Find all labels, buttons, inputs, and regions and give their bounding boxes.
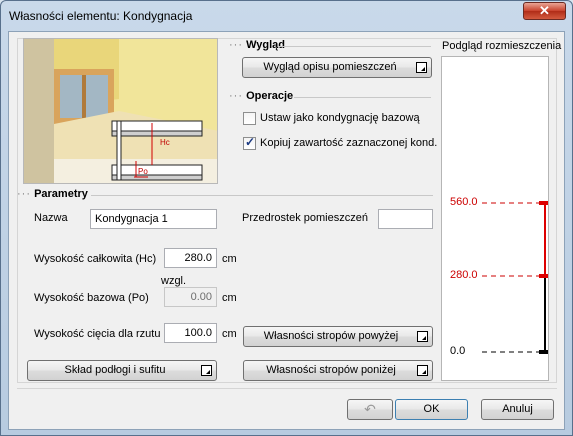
base-height-unit: cm (222, 292, 237, 304)
operations-divider (294, 97, 431, 98)
parameters-divider (91, 195, 433, 196)
name-input[interactable]: Kondygnacja 1 (90, 209, 217, 229)
hc-label: Hc (160, 138, 170, 147)
level-560-label: 560.0 (450, 196, 478, 208)
cut-height-unit: cm (222, 328, 237, 340)
operations-section-header: ··· Operacje (229, 90, 294, 102)
ceiling-above-button[interactable]: Własności stropów powyżej (243, 326, 433, 347)
open-dialog-icon (417, 365, 428, 376)
parameters-section-header: ··· Parametry (17, 188, 88, 200)
dialog-client-area: Hc Po ··· Wygląd Wygląd opisu pomieszcze… (8, 31, 565, 430)
appearance-section-title: Wygląd (246, 39, 285, 51)
placement-preview-panel: 560.0 280.0 0.0 (441, 56, 551, 381)
total-height-label: Wysokość całkowita (Hc) (34, 253, 157, 265)
appearance-section-header: ··· Wygląd (229, 39, 285, 51)
undo-button[interactable]: ↶ (347, 399, 393, 420)
level-0-label: 0.0 (450, 345, 466, 357)
room-prefix-input[interactable] (378, 209, 433, 229)
base-height-label: Wysokość bazowa (Po) (34, 292, 149, 304)
open-dialog-icon (417, 331, 428, 342)
open-dialog-icon (201, 365, 212, 376)
po-label: Po (138, 167, 148, 176)
ok-button[interactable]: OK (395, 399, 468, 420)
cut-height-input[interactable]: 100.0 (164, 323, 217, 343)
base-height-input: 0.00 (164, 287, 217, 307)
floor-ceiling-composition-label: Skład podłogi i sufitu (64, 364, 166, 376)
window-title: Własności elementu: Kondygnacja (9, 9, 193, 23)
room-description-appearance-label: Wygląd opisu pomieszczeń (263, 61, 397, 73)
ceiling-below-button[interactable]: Własności stropów poniżej (243, 360, 433, 381)
dialog-window: Własności elementu: Kondygnacja ✕ Hc Po … (0, 0, 573, 436)
cancel-button[interactable]: Anuluj (481, 399, 554, 420)
open-dialog-icon (416, 62, 427, 73)
total-height-input[interactable]: 280.0 (164, 248, 217, 268)
operations-section-title: Operacje (246, 90, 294, 102)
placement-preview-graphic (482, 201, 551, 354)
floor-illustration-graphic (24, 39, 217, 183)
ceiling-above-label: Własności stropów powyżej (263, 330, 399, 342)
floor-illustration: Hc Po (23, 38, 218, 184)
level-280-label: 280.0 (450, 269, 478, 281)
name-label: Nazwa (34, 212, 68, 224)
room-prefix-label: Przedrostek pomieszczeń (242, 212, 368, 224)
placement-preview-title: Podgląd rozmieszczenia (442, 40, 562, 52)
set-base-label[interactable]: Ustaw jako kondygnację bazową (260, 112, 420, 124)
copy-content-checkbox[interactable] (243, 135, 256, 150)
cut-height-label: Wysokość cięcia dla rzutu (34, 328, 161, 340)
title-bar[interactable]: Własności elementu: Kondygnacja ✕ (1, 1, 572, 31)
floor-ceiling-composition-button[interactable]: Skład podłogi i sufitu (27, 360, 217, 381)
total-height-unit: cm (222, 253, 237, 265)
undo-icon: ↶ (364, 401, 376, 417)
footer-divider (17, 388, 557, 389)
parameters-section-title: Parametry (34, 188, 88, 200)
appearance-divider (279, 46, 431, 47)
relative-note: wzgl. (161, 275, 187, 287)
close-button[interactable]: ✕ (523, 2, 566, 20)
set-base-checkbox[interactable] (243, 112, 256, 125)
copy-content-label[interactable]: Kopiuj zawartość zaznaczonej kond. (260, 137, 437, 149)
room-description-appearance-button[interactable]: Wygląd opisu pomieszczeń (242, 57, 432, 78)
ceiling-below-label: Własności stropów poniżej (266, 364, 396, 376)
